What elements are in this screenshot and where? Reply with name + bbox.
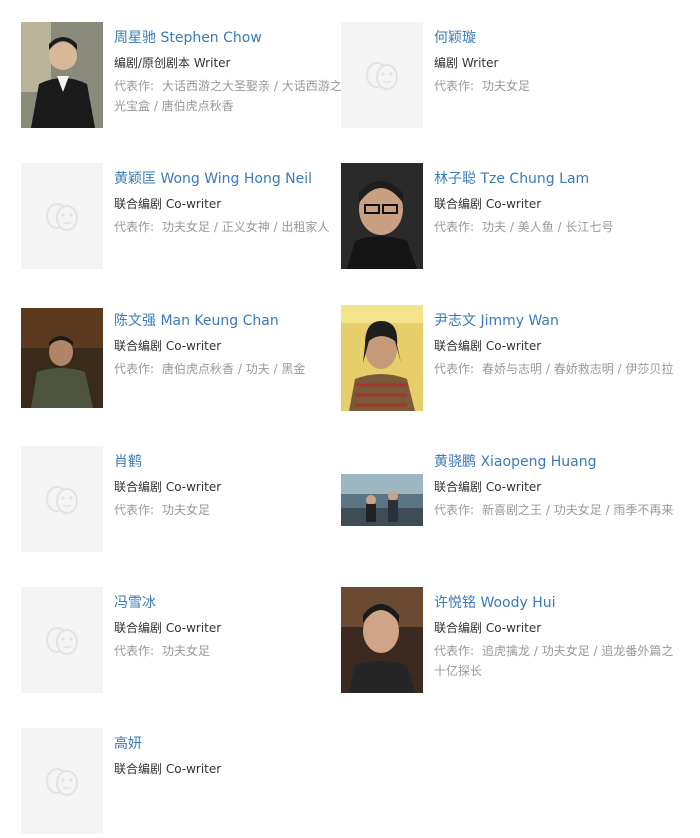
person-role: 联合编剧 Co-writer [434,339,542,353]
works-label: 代表作: [114,644,155,658]
works-list: 功夫女足 [482,79,531,93]
person-card: 高妍 联合编剧 Co-writer [21,728,351,838]
person-role: 联合编剧 Co-writer [434,197,542,211]
person-name-link[interactable]: 周星驰 Stephen Chow [114,29,354,47]
theater-masks-icon [46,768,78,796]
person-photo[interactable] [341,305,423,411]
works-label: 代表作: [434,644,475,658]
works-list: 功夫女足 [162,503,211,517]
person-works: 代表作: 功夫女足 [114,641,354,661]
theater-masks-icon [46,486,78,514]
person-name-link[interactable]: 尹志文 Jimmy Wan [434,312,674,330]
person-photo[interactable] [21,22,103,128]
man-keung-chan-photo [21,308,103,408]
person-works: 代表作: 功夫女足 / 正义女神 / 出租家人 [114,217,354,237]
tze-chung-lam-photo [341,163,423,269]
person-photo[interactable] [341,587,423,693]
xiaopeng-huang-photo [341,474,423,526]
works-list: 新喜剧之王 / 功夫女足 / 雨季不再来 [482,503,674,517]
person-role: 联合编剧 Co-writer [434,621,542,635]
person-card: 黄颖匡 Wong Wing Hong Neil 联合编剧 Co-writer 代… [21,163,351,273]
woody-hui-photo [341,587,423,693]
person-role: 联合编剧 Co-writer [114,197,222,211]
person-role: 联合编剧 Co-writer [114,762,222,776]
person-photo-placeholder[interactable] [21,446,103,552]
person-card: 黄骁鹏 Xiaopeng Huang 联合编剧 Co-writer 代表作: 新喜… [341,446,674,556]
stephen-chow-photo [21,22,103,128]
person-name-link[interactable]: 黄颖匡 Wong Wing Hong Neil [114,170,354,188]
person-name-link[interactable]: 陈文强 Man Keung Chan [114,312,354,330]
works-label: 代表作: [434,362,475,376]
works-label: 代表作: [434,220,475,234]
works-label: 代表作: [114,79,155,93]
person-card: 尹志文 Jimmy Wan 联合编剧 Co-writer 代表作: 春娇与志明 /… [341,305,674,415]
person-works: 代表作: 春娇与志明 / 春娇救志明 / 伊莎贝拉 [434,359,674,379]
person-works: 代表作: 功夫女足 [114,500,354,520]
person-name-link[interactable]: 黄骁鹏 Xiaopeng Huang [434,453,674,471]
person-card: 肖鹤 联合编剧 Co-writer 代表作: 功夫女足 [21,446,351,556]
person-photo-placeholder[interactable] [21,728,103,834]
person-role: 联合编剧 Co-writer [114,480,222,494]
person-works: 代表作: 追虎擒龙 / 功夫女足 / 追龙番外篇之十亿探长 [434,641,674,681]
theater-masks-icon [46,203,78,231]
works-list: 春娇与志明 / 春娇救志明 / 伊莎贝拉 [482,362,674,376]
person-photo-placeholder[interactable] [341,22,423,128]
person-name-link[interactable]: 许悦铭 Woody Hui [434,594,674,612]
person-role: 联合编剧 Co-writer [114,339,222,353]
person-card: 周星驰 Stephen Chow 编剧/原创剧本 Writer 代表作: 大话西游… [21,22,354,132]
person-role: 编剧 Writer [434,56,499,70]
works-label: 代表作: [434,503,475,517]
works-list: 唐伯虎点秋香 / 功夫 / 黑金 [162,362,306,376]
person-name-link[interactable]: 高妍 [114,735,354,753]
person-photo[interactable] [21,305,103,411]
person-works: 代表作: 功夫女足 [434,76,674,96]
works-list: 功夫女足 [162,644,211,658]
person-card: 林子聪 Tze Chung Lam 联合编剧 Co-writer 代表作: 功夫 … [341,163,671,273]
person-photo[interactable] [341,163,423,269]
person-works: 代表作: 功夫 / 美人鱼 / 长江七号 [434,217,674,237]
person-photo[interactable] [341,446,423,552]
person-photo-placeholder[interactable] [21,587,103,693]
person-name-link[interactable]: 林子聪 Tze Chung Lam [434,170,674,188]
person-works: 代表作: 唐伯虎点秋香 / 功夫 / 黑金 [114,359,354,379]
person-name-link[interactable]: 肖鹤 [114,453,354,471]
works-list: 功夫女足 / 正义女神 / 出租家人 [162,220,330,234]
jimmy-wan-photo [341,305,423,411]
person-name-link[interactable]: 冯雪冰 [114,594,354,612]
person-works: 代表作: 新喜剧之王 / 功夫女足 / 雨季不再来 [434,500,674,520]
person-card: 许悦铭 Woody Hui 联合编剧 Co-writer 代表作: 追虎擒龙 / … [341,587,674,697]
person-role: 联合编剧 Co-writer [434,480,542,494]
works-label: 代表作: [114,362,155,376]
celebrity-grid: 周星驰 Stephen Chow 编剧/原创剧本 Writer 代表作: 大话西游… [0,0,700,834]
person-role: 编剧/原创剧本 Writer [114,56,231,70]
theater-masks-icon [46,627,78,655]
person-card: 何颖璇 编剧 Writer 代表作: 功夫女足 [341,22,671,132]
works-list: 功夫 / 美人鱼 / 长江七号 [482,220,614,234]
theater-masks-icon [366,62,398,90]
person-works: 代表作: 大话西游之大圣娶亲 / 大话西游之月光宝盒 / 唐伯虎点秋香 [114,76,354,116]
works-label: 代表作: [434,79,475,93]
person-photo-placeholder[interactable] [21,163,103,269]
person-name-link[interactable]: 何颖璇 [434,29,674,47]
person-card: 陈文强 Man Keung Chan 联合编剧 Co-writer 代表作: 唐伯… [21,305,351,415]
person-role: 联合编剧 Co-writer [114,621,222,635]
works-label: 代表作: [114,503,155,517]
person-card: 冯雪冰 联合编剧 Co-writer 代表作: 功夫女足 [21,587,351,697]
works-label: 代表作: [114,220,155,234]
